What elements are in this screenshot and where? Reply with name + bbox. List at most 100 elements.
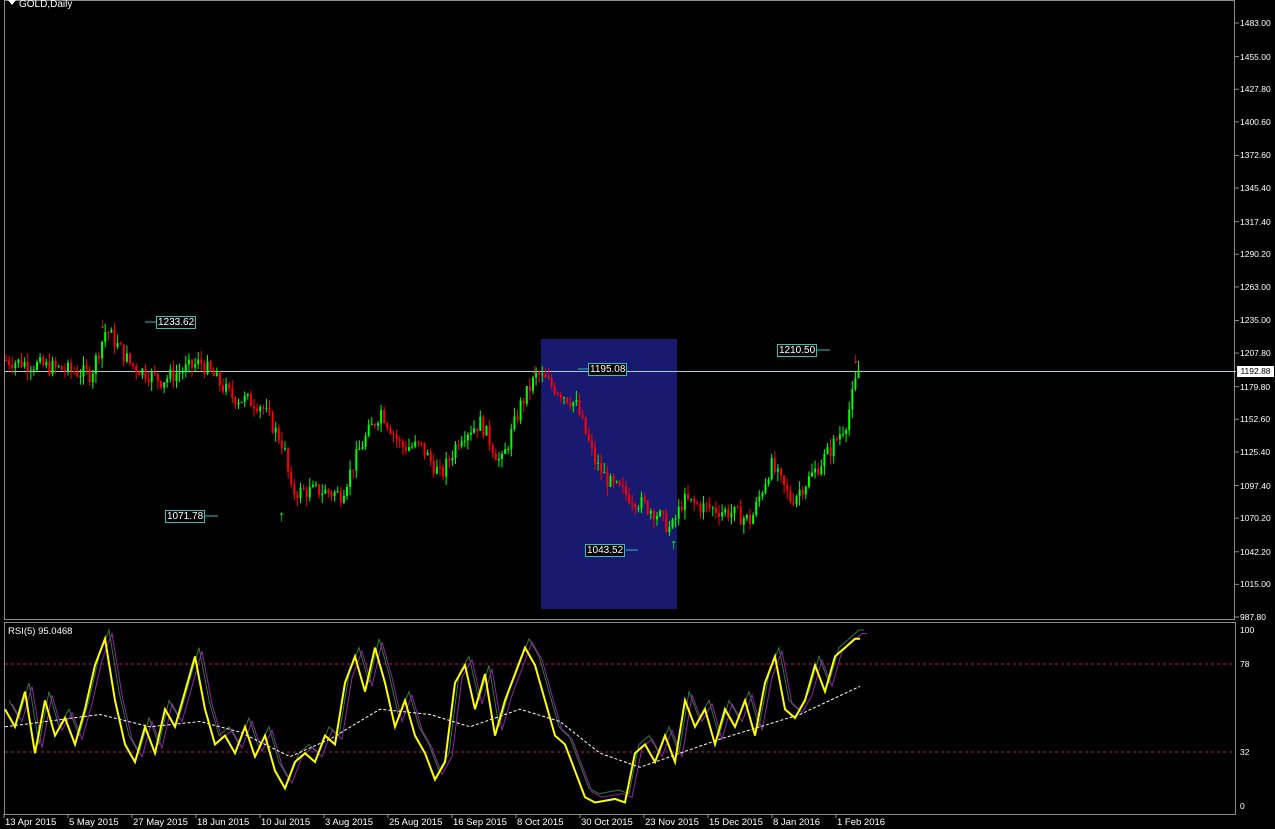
candle-body <box>612 476 615 482</box>
candle-body <box>268 407 271 413</box>
swing-low-label: 1043.52 <box>585 544 626 557</box>
green-up-arrow-icon: ↑ <box>278 508 286 525</box>
candle-body <box>169 369 172 379</box>
candle-body <box>228 383 231 389</box>
candle-body <box>215 372 218 377</box>
candle-body <box>637 508 640 510</box>
candle-body <box>262 406 265 409</box>
candle-body <box>519 400 522 421</box>
chart-window[interactable]: GOLD,Daily ↓ ↑ ↓ ↑ ↓ 1233.62 1071.78 119… <box>0 0 1275 829</box>
candle-body <box>786 485 789 491</box>
candle-body <box>370 423 373 426</box>
candle-body <box>147 378 150 383</box>
candle-body <box>194 364 197 368</box>
candle-body <box>479 416 482 431</box>
candle-body <box>690 498 693 500</box>
candle-body <box>42 357 45 366</box>
candle-body <box>259 406 262 412</box>
candle-body <box>807 476 810 487</box>
rsi-label-100: 100 <box>1240 625 1255 635</box>
candle-body <box>209 361 212 371</box>
candle-body <box>457 444 460 447</box>
candle-body <box>842 433 844 435</box>
candle-body <box>373 423 376 426</box>
candle-body <box>336 491 339 493</box>
candle-body <box>525 386 528 404</box>
red-down-arrow-icon: ↓ <box>852 350 860 367</box>
candle-body <box>386 423 389 428</box>
candle-body <box>299 487 302 499</box>
candle-body <box>550 378 553 386</box>
candle-body <box>680 506 683 511</box>
candle-body <box>327 489 330 493</box>
candle-body <box>48 361 51 375</box>
candle-body <box>823 453 826 467</box>
candle-body <box>656 516 658 520</box>
candle-body <box>287 448 290 472</box>
candle-body <box>513 416 516 430</box>
candle-body <box>318 484 321 496</box>
candle-body <box>566 397 569 403</box>
candle-body <box>271 412 274 433</box>
candle-body <box>181 372 184 374</box>
candle-body <box>640 496 643 509</box>
swing-high-label: 1195.08 <box>588 363 628 376</box>
candle-body <box>770 457 773 480</box>
candle-body <box>411 446 414 448</box>
candle-body <box>838 434 841 440</box>
candle-body <box>76 372 79 377</box>
candle-body <box>401 441 404 448</box>
time-tick-label: 8 Jan 2016 <box>773 817 821 828</box>
price-tick-label: 1290.20 <box>1240 249 1271 260</box>
candle-body <box>705 503 708 505</box>
candle-body <box>349 469 352 487</box>
candle-body <box>460 440 463 447</box>
candle-body <box>463 440 466 442</box>
candle-body <box>392 433 395 435</box>
candle-body <box>522 400 525 404</box>
candle-body <box>544 374 547 378</box>
price-tick-label: 1097.40 <box>1240 480 1271 491</box>
candle-body <box>218 372 221 386</box>
candle-body <box>23 362 26 367</box>
candle-body <box>116 342 119 347</box>
rsi-pane[interactable] <box>4 622 1236 815</box>
candle-body <box>237 402 240 405</box>
candle-body <box>249 394 252 407</box>
candle-body <box>156 373 159 382</box>
candle-body <box>801 489 804 495</box>
candle-body <box>8 360 11 365</box>
candle-body <box>132 363 135 367</box>
candle-body <box>497 458 500 461</box>
candle-body <box>671 519 674 528</box>
candle-body <box>767 479 770 485</box>
candle-body <box>280 440 283 449</box>
candle-body <box>631 502 634 505</box>
time-tick-label: 1 Feb 2016 <box>837 817 886 828</box>
candle-body <box>820 466 823 475</box>
candle-body <box>590 440 593 448</box>
candle-body <box>758 496 761 502</box>
candle-body <box>98 355 100 359</box>
time-tick-label: 3 Aug 2015 <box>325 817 374 828</box>
price-tick-label: 1070.20 <box>1240 513 1271 524</box>
candle-body <box>687 493 689 500</box>
candle-body <box>829 447 832 457</box>
candle-body <box>727 509 730 518</box>
candle-body <box>432 461 435 474</box>
candle-body <box>389 427 392 434</box>
candle-body <box>51 361 54 375</box>
candle-body <box>652 510 655 520</box>
candle-body <box>191 359 193 368</box>
rsi-label-32: 32 <box>1240 747 1250 757</box>
candle-body <box>367 425 370 436</box>
time-tick-label: 5 May 2015 <box>69 817 119 828</box>
candle-body <box>107 332 110 334</box>
time-tick-label: 27 May 2015 <box>133 817 188 828</box>
candle-body <box>404 447 407 451</box>
candle-body <box>742 518 745 525</box>
candle-body <box>702 503 705 513</box>
price-tick-label: 987.80 <box>1240 612 1266 622</box>
candle-body <box>504 449 507 454</box>
candle-body <box>581 414 584 418</box>
